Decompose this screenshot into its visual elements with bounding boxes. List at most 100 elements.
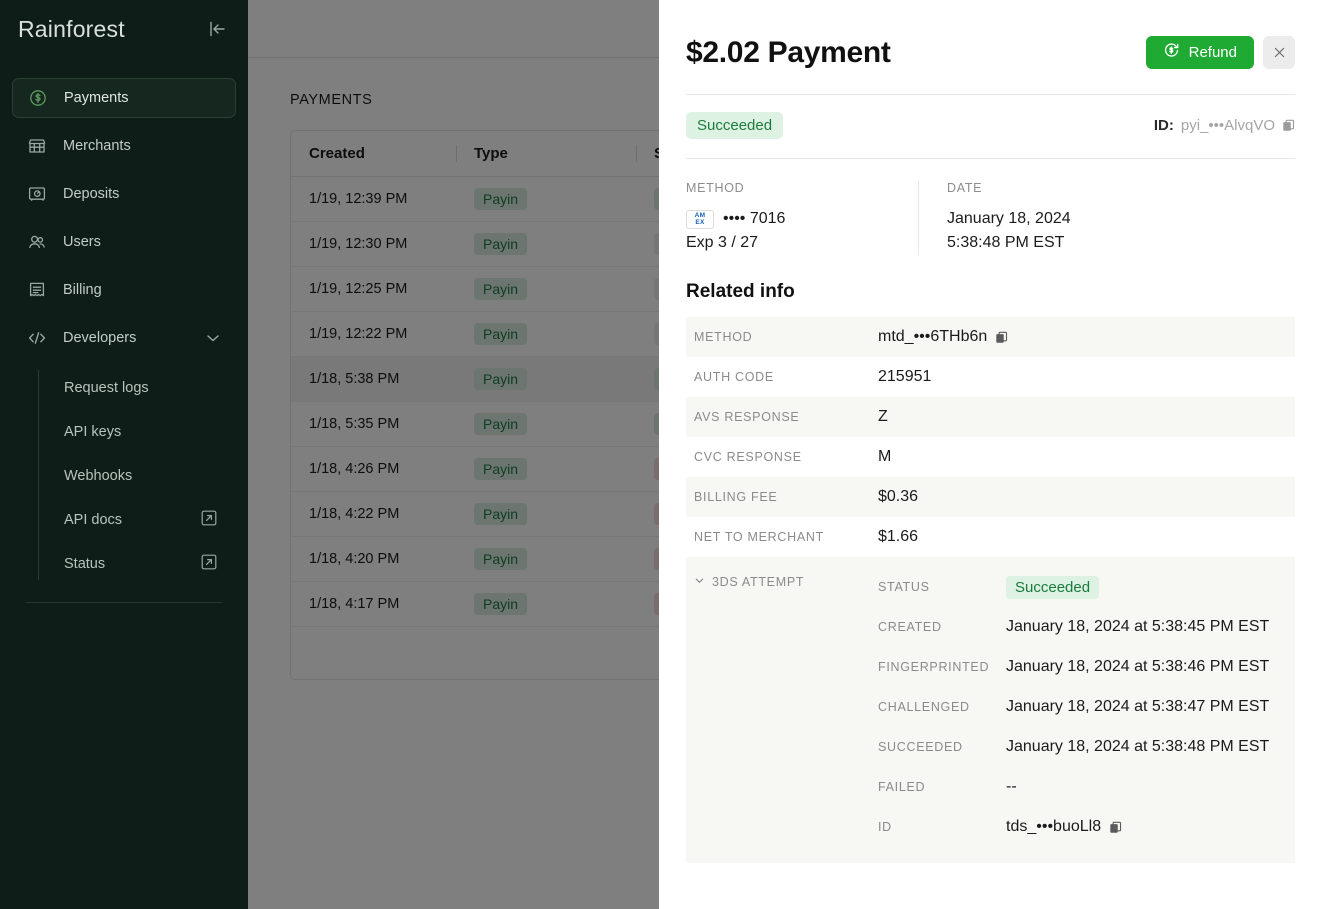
chevron-down-icon[interactable] — [204, 329, 222, 347]
tds-row: CHALLENGED January 18, 2024 at 5:38:47 PM… — [878, 687, 1295, 727]
tds-attempt-section: 3DS ATTEMPT STATUS Succeeded CREATED Januar… — [686, 557, 1295, 863]
sidebar-item-deposits[interactable]: Deposits — [12, 174, 236, 214]
refund-button[interactable]: Refund — [1145, 36, 1254, 69]
sidebar-header: Rainforest — [0, 0, 248, 58]
refund-circular-arrow-icon — [1163, 42, 1180, 63]
sidebar-divider — [26, 602, 222, 603]
users-icon — [26, 231, 48, 253]
modal-title: $2.02 Payment — [686, 36, 891, 69]
sidebar-nav: Payments Merchants Deposits Users Billin… — [0, 78, 248, 603]
amex-line-2: EX — [695, 219, 705, 226]
tds-row-value-text: tds_•••buoLl8 — [1006, 818, 1102, 835]
tds-row-value-text: January 18, 2024 at 5:38:47 PM EST — [1006, 698, 1270, 715]
tds-attempt-toggle[interactable]: 3DS ATTEMPT — [694, 575, 878, 589]
payment-detail-modal: $2.02 Payment Refund Succeeded ID: pyi_•… — [659, 0, 1322, 909]
sidebar-item-request-logs[interactable]: Request logs — [64, 366, 236, 410]
sidebar-subitem-label: Status — [64, 556, 106, 572]
tds-row: CREATED January 18, 2024 at 5:38:45 PM ES… — [878, 607, 1295, 647]
sidebar-item-payments[interactable]: Payments — [12, 78, 236, 118]
tds-row-key: FINGERPRINTED — [878, 660, 990, 674]
related-info-row: BILLING FEE $0.36 — [686, 477, 1295, 517]
related-info-value: Z — [878, 408, 888, 426]
vault-icon — [26, 183, 48, 205]
sidebar-item-label: Merchants — [63, 138, 131, 154]
method-block: METHOD AM EX •••• 7016 Exp 3 / 27 — [686, 181, 918, 255]
receipt-icon — [26, 279, 48, 301]
tds-row-value: -- — [1006, 778, 1017, 796]
sidebar-subitem-label: Request logs — [64, 380, 149, 396]
tds-row-key: CHALLENGED — [878, 700, 970, 714]
related-info-key: BILLING FEE — [694, 490, 778, 504]
card-expiry: Exp 3 / 27 — [686, 234, 759, 251]
tds-row-value: January 18, 2024 at 5:38:45 PM EST — [1006, 618, 1269, 636]
related-info-key: NET TO MERCHANT — [694, 530, 824, 544]
payment-id: ID: pyi_•••AlvqVO — [1154, 117, 1295, 134]
sidebar-item-label: Deposits — [63, 186, 120, 202]
related-info-value: $0.36 — [878, 488, 918, 506]
related-info-row: METHOD mtd_•••6THb6n — [686, 317, 1295, 357]
sidebar-item-api-keys[interactable]: API keys — [64, 410, 236, 454]
external-link-icon — [200, 553, 218, 575]
sidebar-item-label: Developers — [63, 330, 137, 346]
modal-actions: Refund — [1145, 36, 1295, 69]
related-info-key: AVS RESPONSE — [694, 410, 800, 424]
collapse-left-icon[interactable] — [204, 16, 230, 42]
sidebar-subitem-label: Webhooks — [64, 468, 133, 484]
sidebar: Rainforest Payments Merchants Deposits U… — [0, 0, 248, 909]
sidebar-item-api-docs[interactable]: API docs — [64, 498, 236, 542]
tds-row: ID tds_•••buoLl8 — [878, 807, 1295, 847]
tds-row-key: ID — [878, 820, 892, 834]
sidebar-item-status[interactable]: Status — [64, 542, 236, 586]
amex-card-icon: AM EX — [686, 209, 714, 229]
related-info-row: CVC RESPONSE M — [686, 437, 1295, 477]
related-info-value-text: M — [878, 448, 892, 465]
tds-row-value: Succeeded — [1006, 575, 1100, 599]
method-card: AM EX •••• 7016 — [686, 207, 918, 231]
dollar-circle-icon — [27, 87, 49, 109]
related-info-value-text: mtd_•••6THb6n — [878, 328, 988, 345]
tds-left-column: 3DS ATTEMPT — [686, 567, 878, 847]
close-icon[interactable] — [1263, 36, 1295, 69]
tds-row-key: FAILED — [878, 780, 926, 794]
copy-icon[interactable] — [995, 331, 1008, 344]
tds-row: FINGERPRINTED January 18, 2024 at 5:38:46… — [878, 647, 1295, 687]
related-info-key: METHOD — [694, 330, 753, 344]
tds-row-value: tds_•••buoLl8 — [1006, 818, 1122, 836]
sidebar-item-billing[interactable]: Billing — [12, 270, 236, 310]
sidebar-item-merchants[interactable]: Merchants — [12, 126, 236, 166]
date-value: January 18, 2024 — [947, 210, 1071, 227]
tds-row-value-text: January 18, 2024 at 5:38:48 PM EST — [1006, 738, 1270, 755]
copy-icon[interactable] — [1282, 119, 1295, 132]
chevron-down-icon — [694, 575, 705, 589]
tds-attempt-label: 3DS ATTEMPT — [712, 575, 805, 589]
related-info-value-text: $1.66 — [878, 528, 919, 545]
sidebar-item-label: Payments — [64, 90, 129, 106]
refund-button-label: Refund — [1188, 44, 1237, 61]
related-info-value-text: $0.36 — [878, 488, 919, 505]
related-info-value: 215951 — [878, 368, 931, 386]
tds-rows: STATUS Succeeded CREATED January 18, 2024 a… — [878, 567, 1295, 847]
copy-icon[interactable] — [1109, 821, 1122, 834]
sidebar-item-webhooks[interactable]: Webhooks — [64, 454, 236, 498]
sidebar-item-developers[interactable]: Developers — [12, 318, 236, 358]
tds-row-key: SUCCEEDED — [878, 740, 963, 754]
sidebar-subitem-label: API docs — [64, 512, 123, 528]
sidebar-item-users[interactable]: Users — [12, 222, 236, 262]
date-label: DATE — [947, 181, 983, 195]
related-info-table: METHOD mtd_•••6THb6n AUTH CODE 215951 AVS RE… — [686, 317, 1295, 557]
related-info-title: Related info — [686, 281, 795, 302]
brand-title: Rainforest — [18, 15, 125, 42]
tds-row-key: STATUS — [878, 580, 930, 594]
method-date-section: METHOD AM EX •••• 7016 Exp 3 / 27 DATE J… — [686, 159, 1295, 281]
tds-row-key: CREATED — [878, 620, 942, 634]
related-info-value-text: 215951 — [878, 368, 932, 385]
related-info-value: mtd_•••6THb6n — [878, 328, 1008, 346]
tds-row-value-text: January 18, 2024 at 5:38:46 PM EST — [1006, 658, 1270, 675]
sidebar-subitem-label: API keys — [64, 424, 122, 440]
tds-status-badge: Succeeded — [1006, 575, 1100, 599]
time-value: 5:38:48 PM EST — [947, 234, 1065, 251]
tds-row-value: January 18, 2024 at 5:38:46 PM EST — [1006, 658, 1269, 676]
card-last4: •••• 7016 — [723, 210, 786, 227]
tds-row: STATUS Succeeded — [878, 567, 1295, 607]
tds-row: SUCCEEDED January 18, 2024 at 5:38:48 PM … — [878, 727, 1295, 767]
